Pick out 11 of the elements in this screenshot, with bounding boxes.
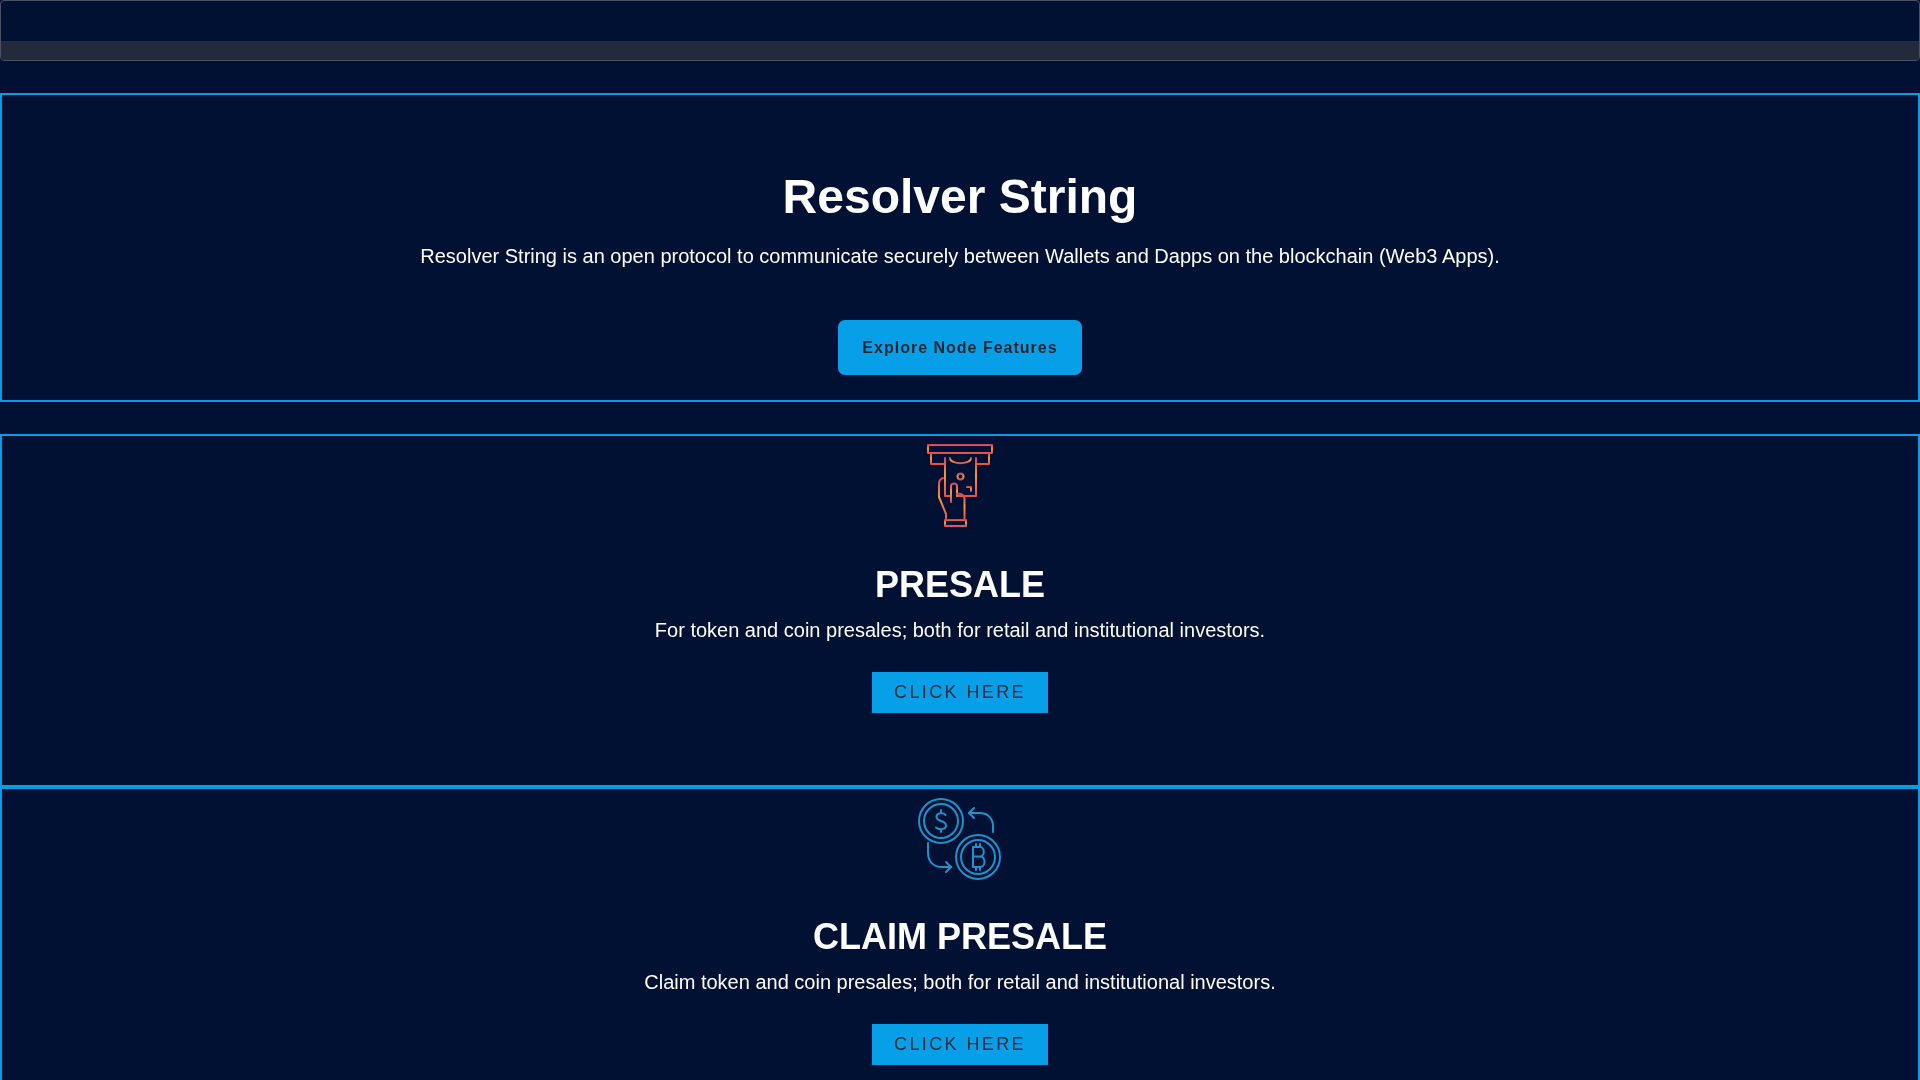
click-here-button[interactable]: CLICK HERE [872, 672, 1048, 713]
click-here-button[interactable]: CLICK HERE [872, 1024, 1048, 1065]
feature-description: Claim token and coin presales; both for retail and institutional investors. [644, 970, 1276, 994]
hero-description: Resolver String is an open protocol to communicate securely between Wallets and Dapps on the blockchain (Web3 Apps). [420, 244, 1500, 268]
feature-title: CLAIM PRESALE [813, 916, 1107, 958]
feature-title: PRESALE [874, 564, 1045, 606]
feature-description: For token and coin presales; both for retail and institutional investors. [654, 618, 1266, 642]
explore-features-button[interactable]: Explore Node Features [838, 320, 1082, 375]
hero-title: Resolver String [782, 169, 1138, 224]
currency-exchange-icon [918, 797, 1002, 881]
hand-banknote-icon [927, 444, 993, 527]
